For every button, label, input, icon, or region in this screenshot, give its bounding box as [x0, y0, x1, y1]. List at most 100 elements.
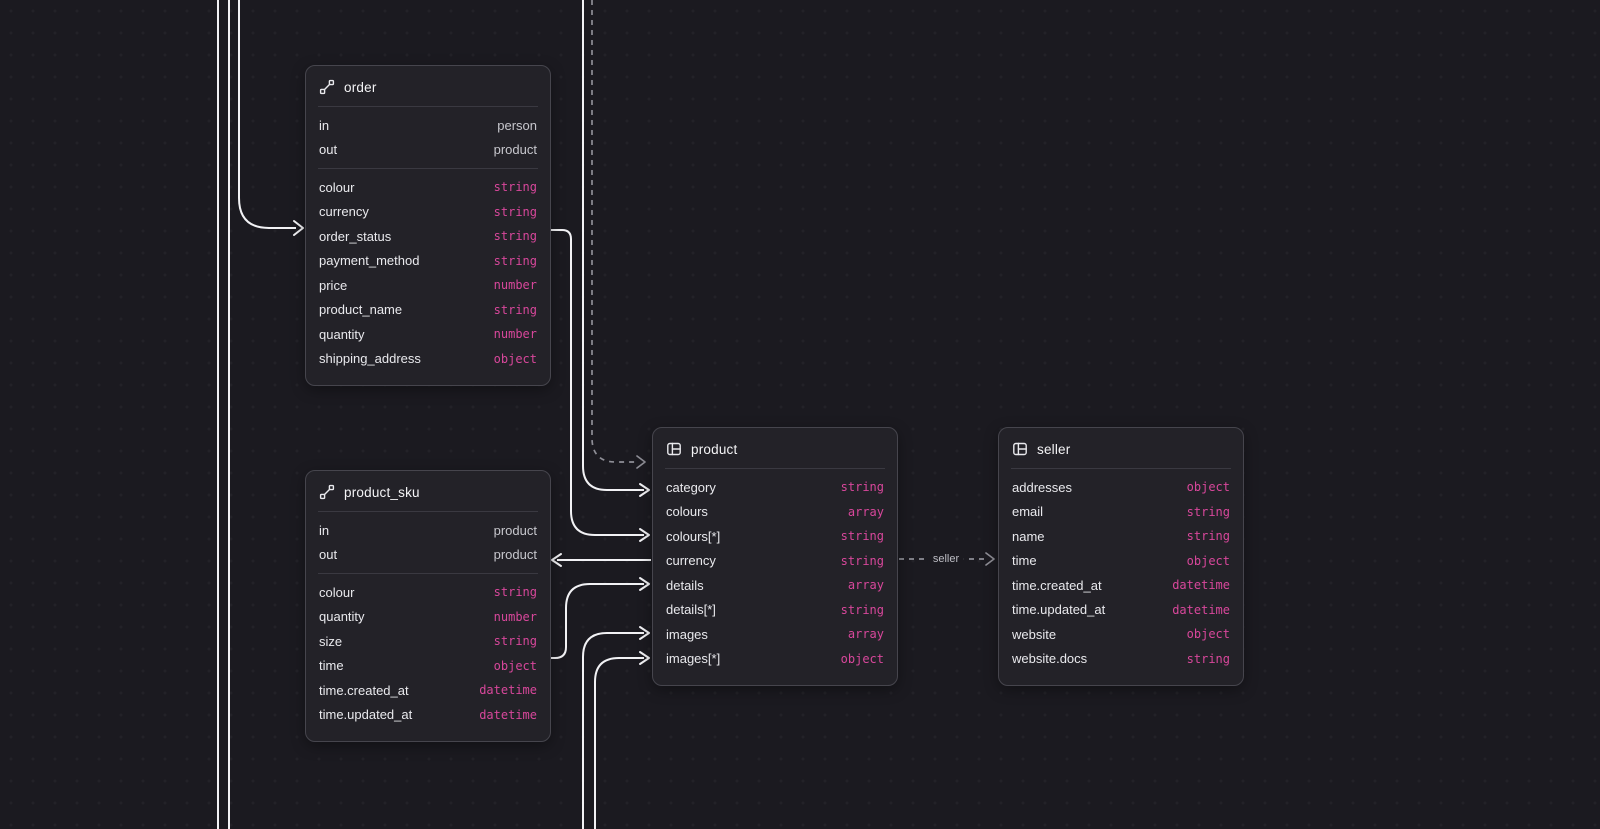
link-row: in product — [306, 518, 550, 543]
table-card-header: order — [306, 66, 550, 106]
field-row: colour string — [306, 580, 550, 605]
table-title: product_sku — [344, 484, 420, 500]
field-row: payment_method string — [306, 249, 550, 274]
field-name: quantity — [319, 326, 365, 342]
field-type: object — [1186, 627, 1230, 642]
field-type: number — [493, 278, 537, 293]
table-title: seller — [1037, 441, 1071, 457]
table-title: product — [691, 441, 738, 457]
field-row: order_status string — [306, 224, 550, 249]
schema-canvas[interactable]: { "colors": { "background": "#1b1a20", "… — [0, 0, 1600, 829]
field-name: images — [666, 626, 708, 642]
field-type: string — [840, 529, 884, 544]
field-type: array — [847, 627, 884, 642]
field-name: website — [1012, 626, 1057, 642]
field-name: order_status — [319, 228, 392, 244]
field-row: colours array — [653, 500, 897, 525]
link-row: in person — [306, 113, 550, 138]
field-name: in — [319, 117, 330, 133]
field-type: string — [1186, 504, 1230, 519]
table-card-product_sku[interactable]: product_sku in product out product colour st… — [305, 470, 551, 742]
link-row: out product — [306, 543, 550, 568]
field-type: datetime — [1172, 578, 1230, 593]
field-name: currency — [319, 204, 369, 220]
fields-section: colour string currency string order_status st… — [306, 169, 550, 377]
field-name: name — [1012, 528, 1045, 544]
field-type: string — [493, 204, 537, 219]
field-row: quantity number — [306, 322, 550, 347]
field-name: time.created_at — [1012, 577, 1102, 593]
field-type: string — [493, 585, 537, 600]
field-type: string — [493, 229, 537, 244]
link-target: product — [493, 522, 537, 538]
field-row: product_name string — [306, 298, 550, 323]
field-name: time.created_at — [319, 682, 409, 698]
field-name: time.updated_at — [319, 707, 413, 723]
field-type: string — [840, 480, 884, 495]
field-row: quantity number — [306, 605, 550, 630]
field-row: name string — [999, 524, 1243, 549]
field-type: object — [493, 658, 537, 673]
field-name: colours — [666, 504, 708, 520]
field-name: details[*] — [666, 602, 716, 618]
field-type: array — [847, 504, 884, 519]
link-target: person — [497, 117, 537, 133]
field-row: time.updated_at datetime — [306, 703, 550, 728]
field-row: website.docs string — [999, 647, 1243, 672]
field-name: images[*] — [666, 651, 721, 667]
field-name: details — [666, 577, 704, 593]
fields-section: colour string quantity number size string time… — [306, 574, 550, 733]
dashed-edge-top-to-product — [591, 0, 637, 463]
edge-into-order — [238, 0, 296, 229]
field-type: object — [493, 351, 537, 366]
table-card-header: seller — [999, 428, 1243, 468]
field-name: colours[*] — [666, 528, 721, 544]
edge-bottom-to-product-images — [582, 632, 644, 829]
links-section: in person out product — [306, 107, 550, 168]
field-row: colours[*] string — [653, 524, 897, 549]
link-target: product — [493, 142, 537, 158]
field-type: string — [493, 302, 537, 317]
field-name: colour — [319, 584, 355, 600]
field-type: datetime — [479, 683, 537, 698]
field-row: size string — [306, 629, 550, 654]
table-icon — [1013, 442, 1027, 456]
field-type: datetime — [1172, 602, 1230, 617]
field-type: string — [840, 553, 884, 568]
field-row: time.created_at datetime — [306, 678, 550, 703]
edges-layer — [217, 0, 995, 829]
link-row: out product — [306, 138, 550, 163]
field-name: price — [319, 277, 348, 293]
edge-bottom-to-product-images-star — [594, 657, 644, 829]
field-row: images array — [653, 622, 897, 647]
field-name: time — [1012, 553, 1037, 569]
table-title: order — [344, 79, 377, 95]
table-card-product[interactable]: product category string colours array colour… — [652, 427, 898, 686]
table-card-seller[interactable]: seller addresses object email string name str… — [998, 427, 1244, 686]
field-name: shipping_address — [319, 351, 421, 367]
relation-icon — [319, 79, 335, 95]
field-row: website object — [999, 622, 1243, 647]
field-row: price number — [306, 273, 550, 298]
field-row: time object — [999, 549, 1243, 574]
table-card-header: product_sku — [306, 471, 550, 511]
field-name: currency — [666, 553, 716, 569]
field-type: string — [493, 180, 537, 195]
field-type: string — [840, 602, 884, 617]
field-name: quantity — [319, 609, 365, 625]
edge-product-sku-to-product — [551, 583, 644, 659]
field-type: object — [1186, 480, 1230, 495]
field-name: payment_method — [319, 253, 420, 269]
edge-label-seller: seller — [927, 552, 965, 566]
table-card-order[interactable]: order in person out product colour string cur… — [305, 65, 551, 386]
field-name: time — [319, 658, 344, 674]
field-name: category — [666, 479, 716, 495]
link-target: product — [493, 547, 537, 563]
field-row: colour string — [306, 175, 550, 200]
table-card-header: product — [653, 428, 897, 468]
field-type: object — [1186, 553, 1230, 568]
field-name: addresses — [1012, 479, 1072, 495]
arrowhead-dashed-product — [636, 455, 646, 469]
field-name: size — [319, 633, 343, 649]
field-row: category string — [653, 475, 897, 500]
